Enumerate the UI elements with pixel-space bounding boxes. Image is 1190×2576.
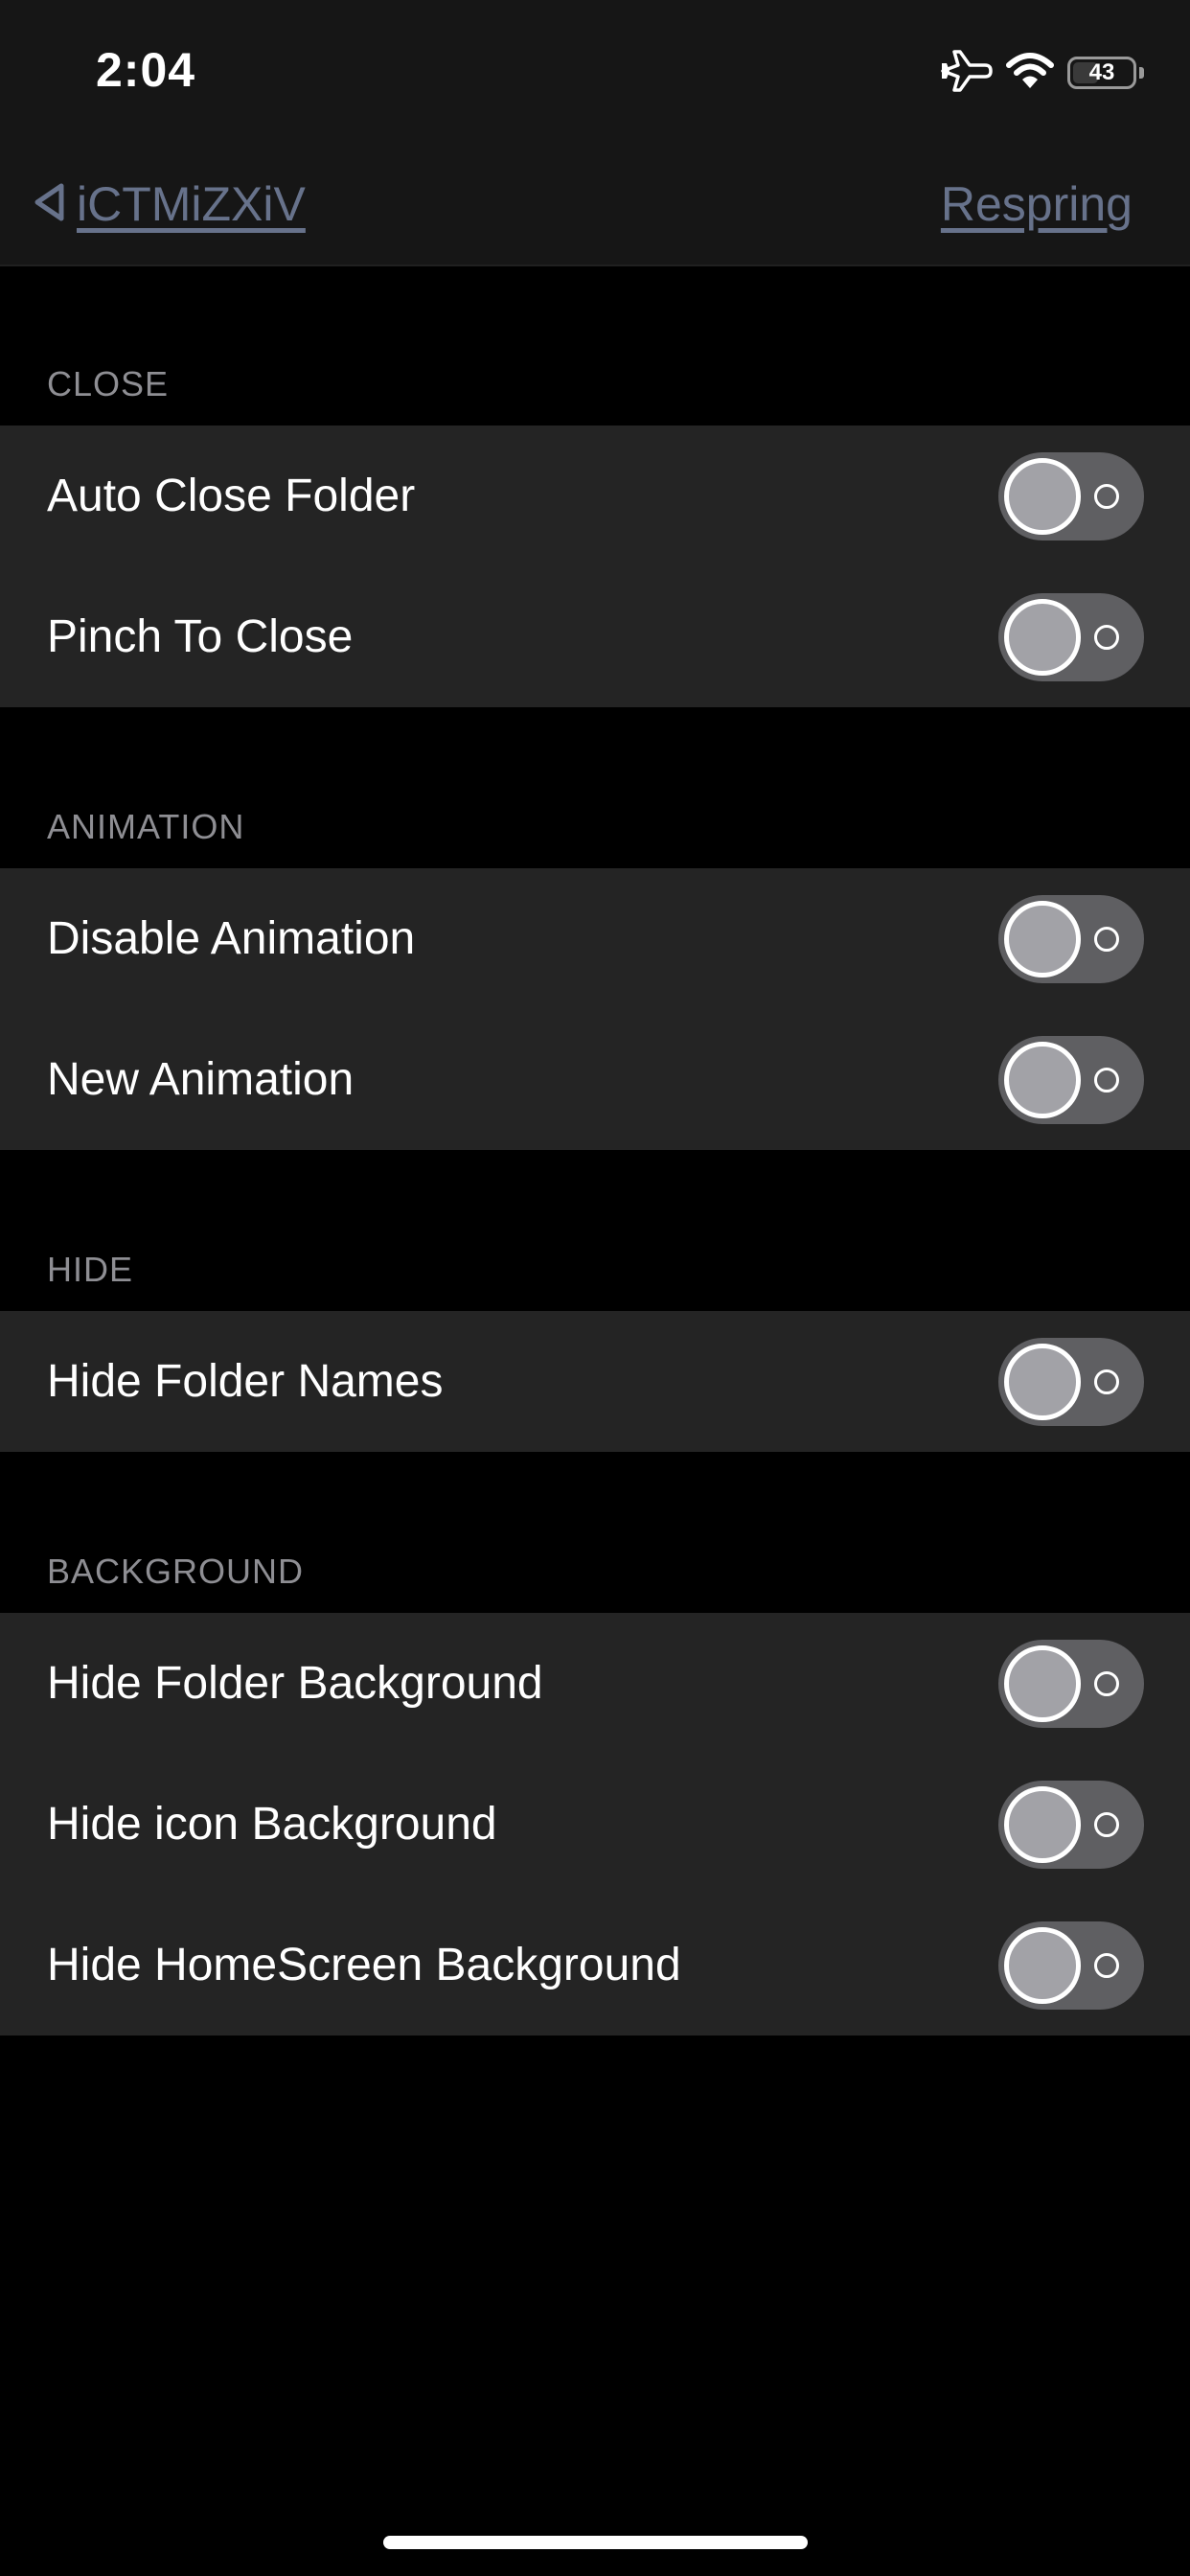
toggle-off-icon	[1094, 926, 1119, 952]
status-bar: 2:04 43	[0, 0, 1190, 144]
toggle-knob	[1004, 1785, 1081, 1863]
setting-row: Pinch To Close	[0, 566, 1190, 707]
setting-row: Hide HomeScreen Background	[0, 1895, 1190, 2036]
setting-toggle[interactable]	[998, 451, 1144, 540]
status-icons: 43	[939, 46, 1144, 100]
setting-label: Hide HomeScreen Background	[47, 1940, 681, 1990]
setting-toggle[interactable]	[998, 592, 1144, 681]
toggle-off-icon	[1094, 1811, 1119, 1837]
toggle-knob	[1004, 457, 1081, 535]
respring-button[interactable]: Respring	[941, 172, 1133, 236]
setting-row: Hide icon Background	[0, 1754, 1190, 1895]
toggle-knob	[1004, 900, 1081, 978]
setting-toggle[interactable]	[998, 894, 1144, 983]
home-indicator[interactable]	[383, 2536, 808, 2549]
battery-icon: 43	[1067, 57, 1136, 89]
back-label: iCTMiZXiV	[77, 177, 306, 231]
section-header: BACKGROUND	[47, 1552, 305, 1591]
setting-toggle[interactable]	[998, 1639, 1144, 1728]
setting-row: Hide Folder Names	[0, 1311, 1190, 1452]
back-chevron-icon	[33, 181, 67, 228]
setting-toggle[interactable]	[998, 1920, 1144, 2010]
toggle-off-icon	[1094, 1670, 1119, 1696]
toggle-knob	[1004, 598, 1081, 676]
setting-toggle[interactable]	[998, 1035, 1144, 1124]
navigation-bar: iCTMiZXiV Respring	[0, 144, 1190, 266]
setting-row: New Animation	[0, 1009, 1190, 1150]
toggle-knob	[1004, 1644, 1081, 1722]
section-header: CLOSE	[47, 364, 170, 403]
setting-row: Disable Animation	[0, 868, 1190, 1009]
setting-row: Hide Folder Background	[0, 1613, 1190, 1754]
settings-group: Disable Animation New Animation	[0, 868, 1190, 1150]
toggle-knob	[1004, 1041, 1081, 1118]
toggle-knob	[1004, 1926, 1081, 2004]
section-header: ANIMATION	[47, 807, 245, 846]
setting-label: Hide icon Background	[47, 1799, 497, 1850]
settings-group: Hide Folder Names	[0, 1311, 1190, 1452]
toggle-off-icon	[1094, 1368, 1119, 1394]
setting-label: New Animation	[47, 1054, 355, 1105]
setting-toggle[interactable]	[998, 1780, 1144, 1869]
setting-toggle[interactable]	[998, 1337, 1144, 1426]
settings-list: CLOSE Auto Close Folder Pinch To Close ANIM…	[0, 266, 1190, 2036]
back-button[interactable]: iCTMiZXiV	[33, 172, 306, 236]
setting-label: Hide Folder Background	[47, 1658, 543, 1709]
airplane-icon	[939, 49, 993, 97]
toggle-off-icon	[1094, 624, 1119, 650]
toggle-off-icon	[1094, 483, 1119, 509]
toggle-off-icon	[1094, 1952, 1119, 1978]
settings-group: Auto Close Folder Pinch To Close	[0, 426, 1190, 707]
setting-label: Disable Animation	[47, 913, 416, 964]
toggle-knob	[1004, 1343, 1081, 1420]
setting-label: Hide Folder Names	[47, 1356, 444, 1407]
status-time: 2:04	[96, 43, 196, 97]
battery-level: 43	[1088, 59, 1115, 85]
settings-group: Hide Folder Background Hide icon Backgrou…	[0, 1613, 1190, 2036]
setting-row: Auto Close Folder	[0, 426, 1190, 566]
setting-label: Pinch To Close	[47, 611, 354, 662]
wifi-icon	[1006, 52, 1054, 95]
section-header: HIDE	[47, 1250, 134, 1289]
setting-label: Auto Close Folder	[47, 471, 416, 521]
battery-cap	[1139, 67, 1144, 79]
toggle-off-icon	[1094, 1067, 1119, 1092]
